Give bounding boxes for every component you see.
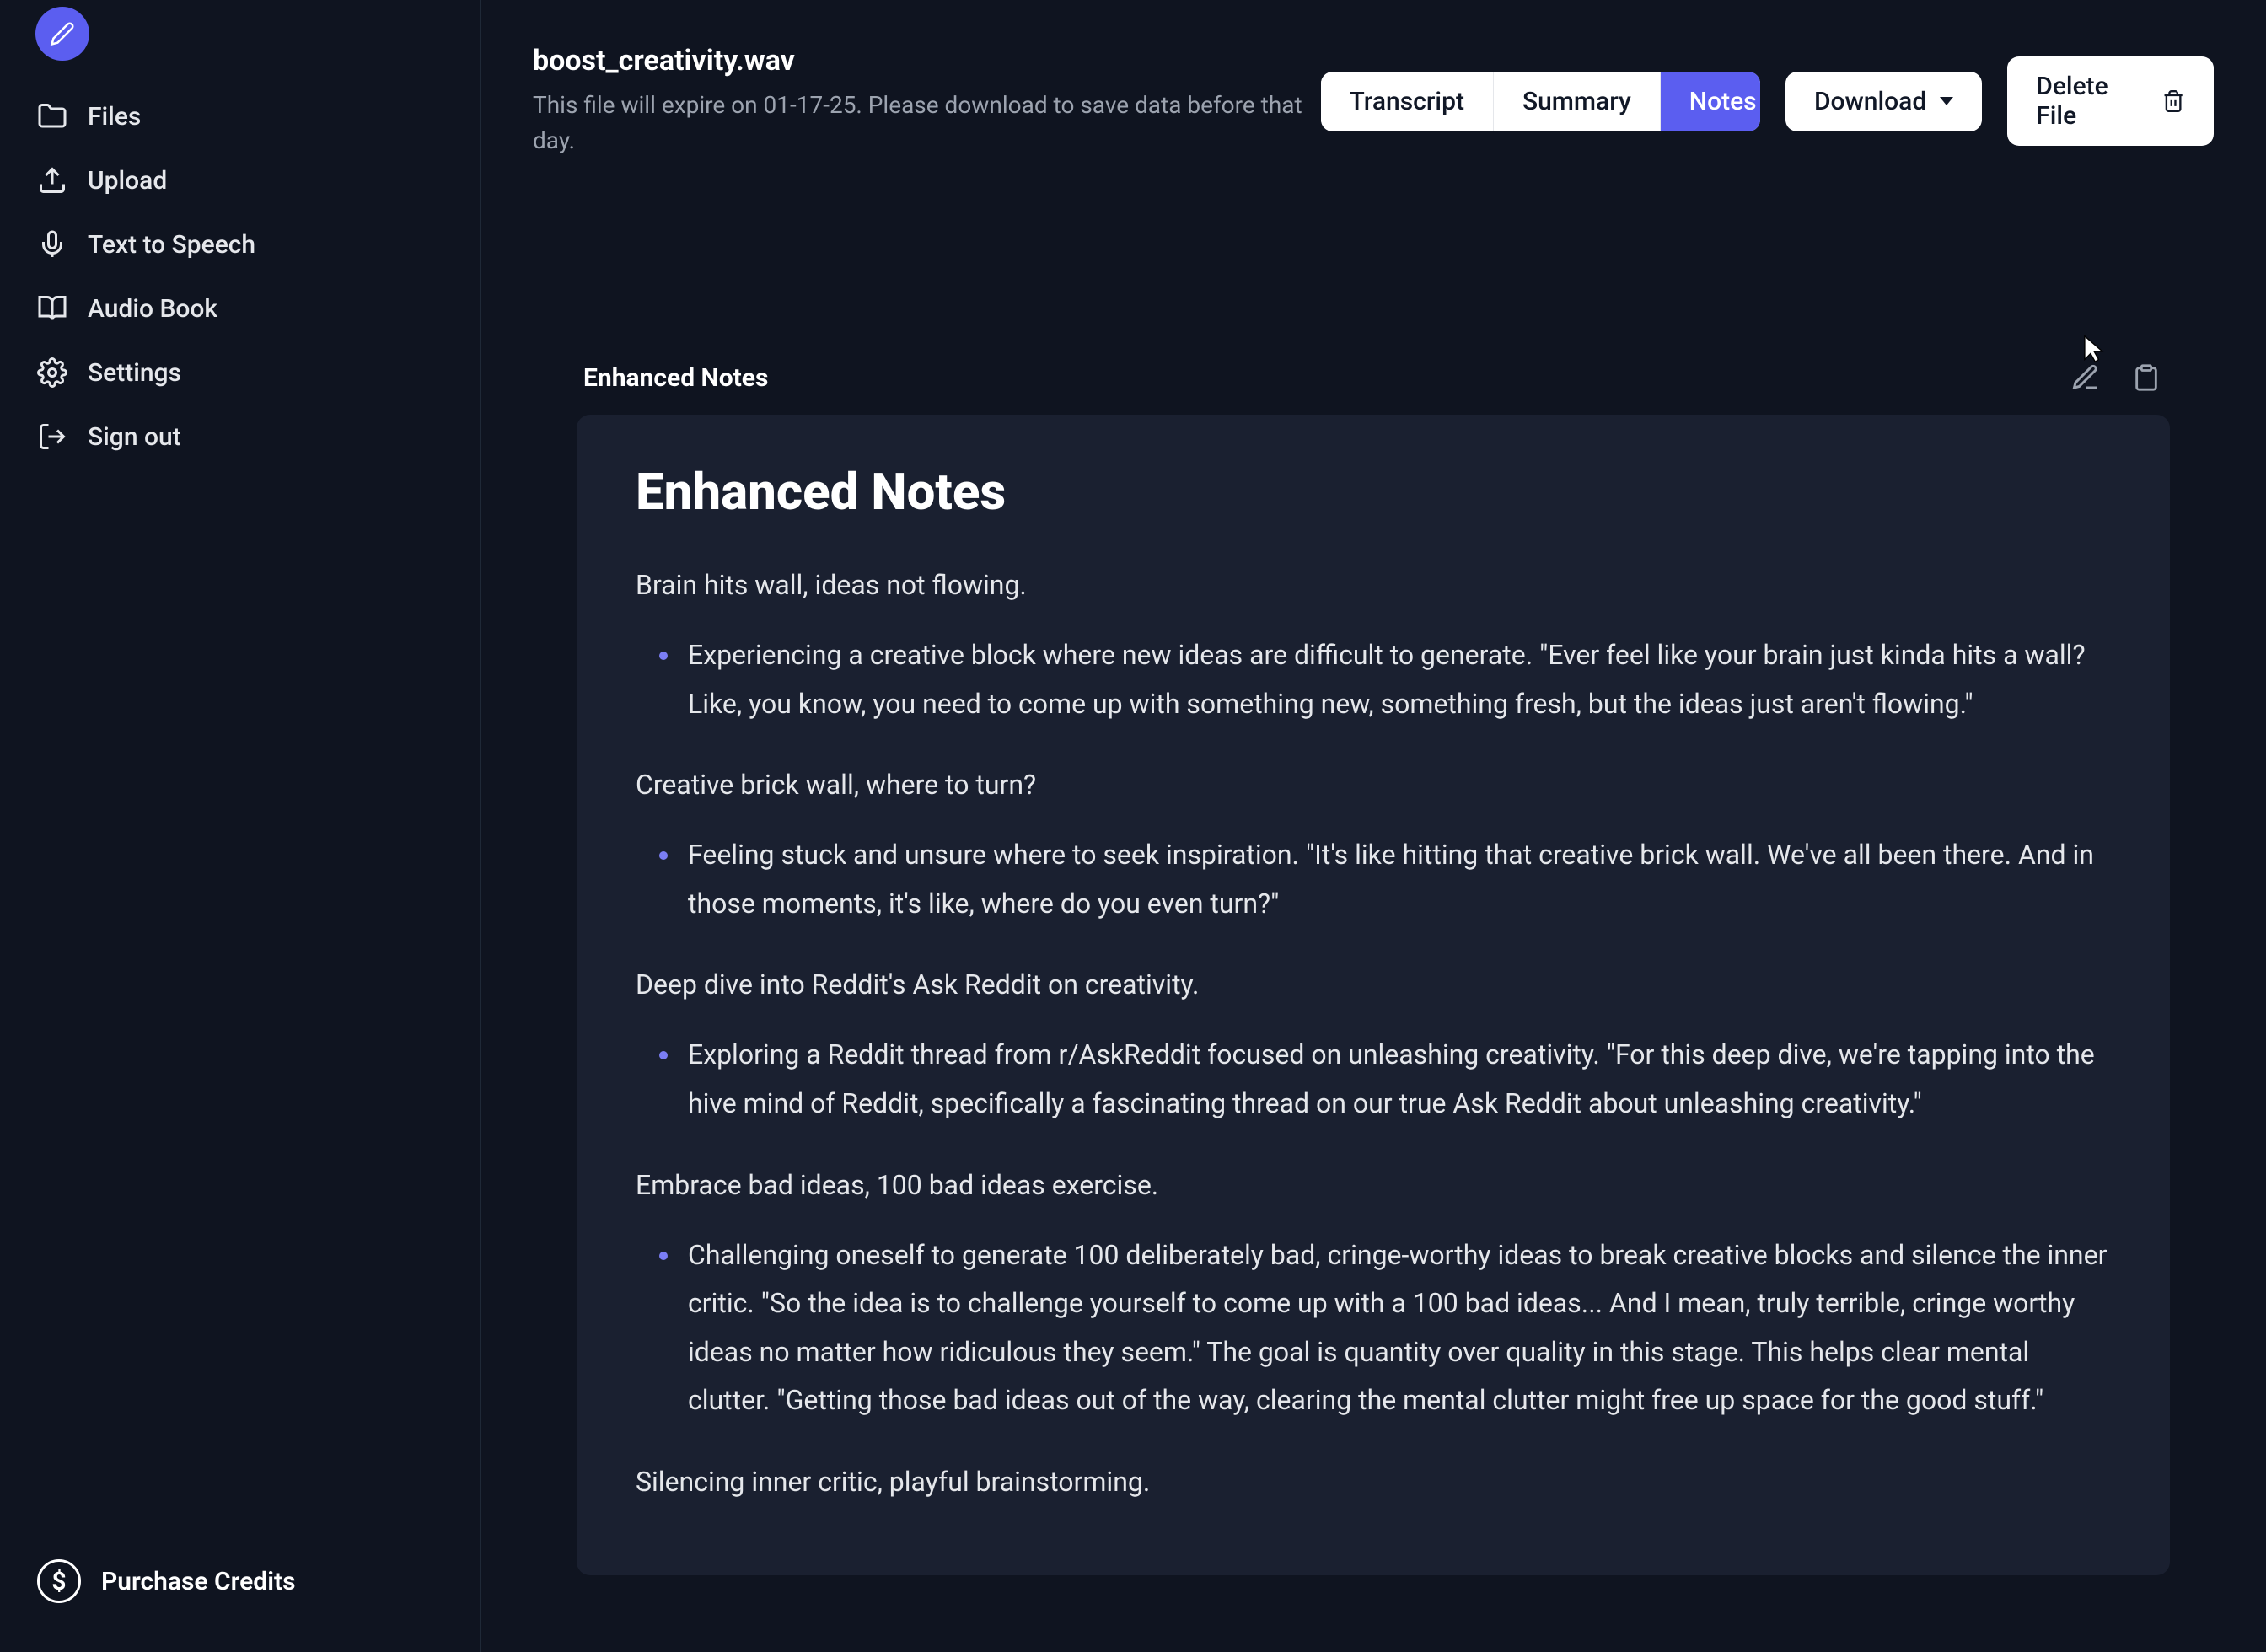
tab-transcript[interactable]: Transcript bbox=[1321, 72, 1494, 131]
note-item: Feeling stuck and unsure where to seek i… bbox=[636, 831, 2111, 928]
sidebar-item-label: Text to Speech bbox=[88, 230, 255, 260]
note-heading: Brain hits wall, ideas not flowing. bbox=[636, 569, 2111, 601]
sidebar-item-label: Audio Book bbox=[88, 294, 217, 324]
sidebar-item-files[interactable]: Files bbox=[20, 84, 459, 148]
note-list: Exploring a Reddit thread from r/AskRedd… bbox=[636, 1031, 2111, 1128]
sidebar-item-audio-book[interactable]: Audio Book bbox=[20, 276, 459, 341]
content-scroll[interactable]: Enhanced Notes Enhanced Notes Brain hits… bbox=[481, 192, 2266, 1652]
note-heading: Embrace bad ideas, 100 bad ideas exercis… bbox=[636, 1169, 2111, 1201]
purchase-credits-label: Purchase Credits bbox=[101, 1567, 296, 1596]
sidebar: Files Upload Text to Speech Audio Book S… bbox=[0, 0, 481, 1652]
dollar-icon: $ bbox=[37, 1559, 81, 1603]
header-actions: Transcript Summary Notes Download Delete… bbox=[1321, 56, 2214, 146]
app-logo[interactable] bbox=[35, 7, 89, 61]
main-content: boost_creativity.wav This file will expi… bbox=[481, 0, 2266, 1652]
edit-icon bbox=[2070, 362, 2101, 393]
note-item: Experiencing a creative block where new … bbox=[636, 631, 2111, 728]
note-list: Feeling stuck and unsure where to seek i… bbox=[636, 831, 2111, 928]
signout-icon bbox=[37, 421, 67, 452]
sidebar-item-upload[interactable]: Upload bbox=[20, 148, 459, 212]
header: boost_creativity.wav This file will expi… bbox=[481, 0, 2266, 192]
section-label: Enhanced Notes bbox=[583, 363, 768, 393]
section-label-row: Enhanced Notes bbox=[577, 361, 2170, 394]
download-button[interactable]: Download bbox=[1785, 72, 1982, 131]
note-list: Experiencing a creative block where new … bbox=[636, 631, 2111, 728]
notes-title: Enhanced Notes bbox=[636, 462, 2111, 522]
download-label: Download bbox=[1814, 87, 1926, 116]
logo-wrap bbox=[0, 7, 480, 84]
sidebar-nav: Files Upload Text to Speech Audio Book S… bbox=[0, 84, 480, 1542]
file-title: boost_creativity.wav bbox=[533, 44, 1321, 78]
delete-label: Delete File bbox=[2036, 72, 2148, 131]
note-list: Challenging oneself to generate 100 deli… bbox=[636, 1231, 2111, 1425]
section-actions bbox=[2069, 361, 2163, 394]
sidebar-footer: $ Purchase Credits bbox=[0, 1542, 480, 1645]
file-meta: boost_creativity.wav This file will expi… bbox=[533, 44, 1321, 158]
copy-icon bbox=[2132, 363, 2161, 392]
folder-icon bbox=[37, 101, 67, 131]
sidebar-item-label: Upload bbox=[88, 166, 167, 196]
note-item: Exploring a Reddit thread from r/AskRedd… bbox=[636, 1031, 2111, 1128]
sidebar-item-sign-out[interactable]: Sign out bbox=[20, 405, 459, 469]
view-tab-group: Transcript Summary Notes bbox=[1321, 72, 1760, 131]
gear-icon bbox=[37, 357, 67, 388]
file-expire-text: This file will expire on 01-17-25. Pleas… bbox=[533, 88, 1321, 158]
sidebar-item-settings[interactable]: Settings bbox=[20, 341, 459, 405]
delete-file-button[interactable]: Delete File bbox=[2007, 56, 2214, 146]
edit-button[interactable] bbox=[2069, 361, 2102, 394]
note-item: Challenging oneself to generate 100 deli… bbox=[636, 1231, 2111, 1425]
microphone-icon bbox=[37, 229, 67, 260]
sidebar-item-label: Sign out bbox=[88, 422, 181, 452]
note-heading: Silencing inner critic, playful brainsto… bbox=[636, 1466, 2111, 1498]
trash-icon bbox=[2161, 88, 2185, 114]
tab-notes[interactable]: Notes bbox=[1661, 72, 1760, 131]
pencil-icon bbox=[50, 21, 75, 46]
notes-card: Enhanced Notes Brain hits wall, ideas no… bbox=[577, 415, 2170, 1575]
sidebar-item-text-to-speech[interactable]: Text to Speech bbox=[20, 212, 459, 276]
sidebar-item-label: Files bbox=[88, 102, 141, 131]
note-heading: Creative brick wall, where to turn? bbox=[636, 769, 2111, 801]
purchase-credits-button[interactable]: $ Purchase Credits bbox=[20, 1542, 459, 1620]
note-heading: Deep dive into Reddit's Ask Reddit on cr… bbox=[636, 968, 2111, 1000]
upload-icon bbox=[37, 165, 67, 196]
sidebar-item-label: Settings bbox=[88, 358, 181, 388]
chevron-down-icon bbox=[1940, 97, 1953, 105]
copy-button[interactable] bbox=[2129, 361, 2163, 394]
tab-summary[interactable]: Summary bbox=[1494, 72, 1661, 131]
book-icon bbox=[37, 293, 67, 324]
